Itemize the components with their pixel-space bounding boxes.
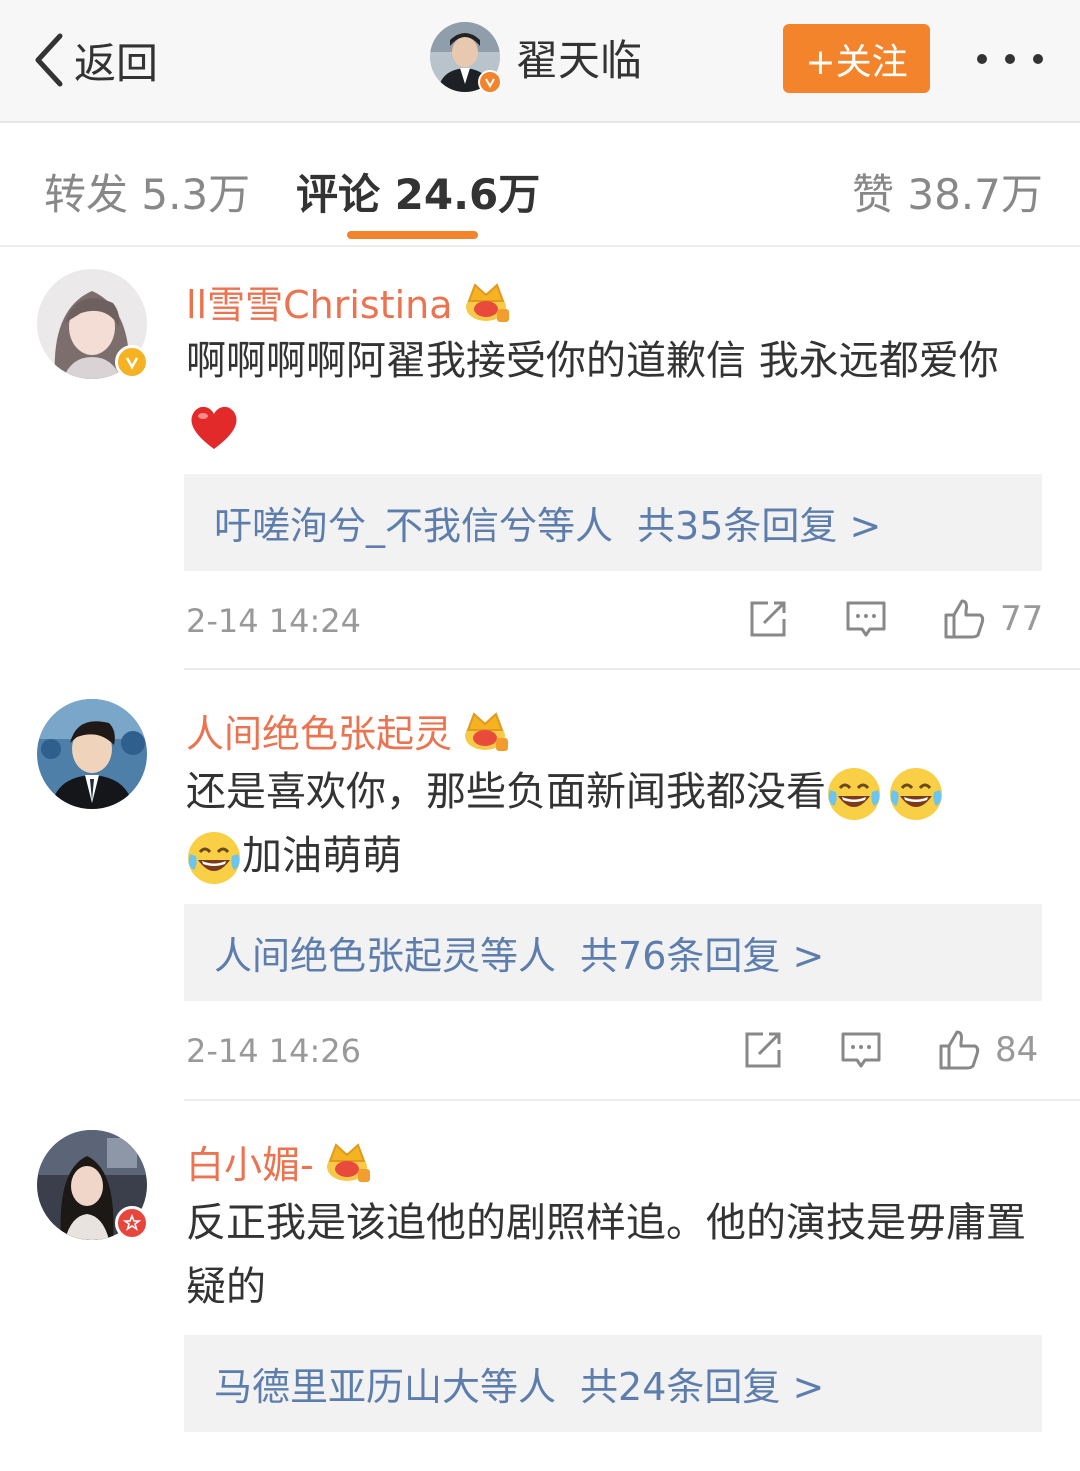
- share-icon[interactable]: [746, 597, 790, 641]
- share-icon[interactable]: [741, 1028, 785, 1072]
- reply-summary-link[interactable]: 吁嗟洵兮_不我信兮等人 共35条回复 >: [184, 474, 1042, 571]
- laughing-tears-emoji: [888, 766, 944, 822]
- chevron-left-icon: [35, 33, 63, 87]
- comment-actions: 77: [746, 597, 1043, 641]
- avatar[interactable]: [430, 22, 502, 94]
- comment-text: 还是喜欢你，那些负面新闻我都没看加油萌萌: [186, 760, 1046, 888]
- comment-timestamp: 2-14 14:26: [186, 1032, 362, 1070]
- avatar[interactable]: [37, 1130, 149, 1240]
- comment-text: 反正我是该追他的剧照样追。他的演技是毋庸置疑的: [186, 1200, 1026, 1310]
- comment-item: ll雪雪Christina 啊啊啊啊阿翟我接受你的道歉信 我永远都爱你 吁嗟洵兮…: [0, 249, 1080, 669]
- comment-timestamp: 2-14 14:24: [186, 602, 362, 640]
- crown-icon: [326, 1142, 370, 1182]
- author-name[interactable]: 翟天临: [516, 27, 642, 88]
- username-text[interactable]: 人间绝色张起灵: [186, 703, 452, 758]
- more-options-button[interactable]: [970, 35, 1050, 83]
- comment-body-continued: 加油萌萌: [242, 833, 402, 879]
- heart-emoji: [186, 399, 242, 455]
- comment-username[interactable]: 人间绝色张起灵: [186, 703, 510, 758]
- navigation-bar: 返回 翟天临 +关注: [0, 0, 1080, 123]
- reply-summary-link[interactable]: 人间绝色张起灵等人 共76条回复 >: [184, 904, 1042, 1001]
- comment-username[interactable]: ll雪雪Christina: [186, 274, 511, 329]
- more-dot-icon: [1005, 54, 1015, 64]
- username-text[interactable]: ll雪雪Christina: [186, 274, 453, 329]
- reply-count: 共76条回复 >: [580, 934, 825, 978]
- crown-icon: [465, 711, 509, 751]
- reply-users: 吁嗟洵兮_不我信兮等人: [214, 504, 614, 548]
- avatar[interactable]: [37, 699, 147, 809]
- back-button[interactable]: 返回: [30, 28, 158, 92]
- post-stats-tabs: 转发 5.3万 评论 24.6万 赞 38.7万: [0, 125, 1080, 247]
- username-text[interactable]: 白小媚-: [186, 1134, 314, 1189]
- like-count: 84: [995, 1030, 1039, 1070]
- more-dot-icon: [977, 54, 987, 64]
- tab-comments[interactable]: 评论 24.6万: [296, 161, 540, 222]
- like-thumb-icon[interactable]: [942, 597, 986, 641]
- reply-count: 共24条回复 >: [580, 1365, 825, 1409]
- comment-item: 白小媚- 反正我是该追他的剧照样追。他的演技是毋庸置疑的 马德里亚历山大等人 共2…: [0, 1101, 1080, 1471]
- more-dot-icon: [1033, 54, 1043, 64]
- comment-body: 还是喜欢你，那些负面新闻我都没看: [186, 769, 826, 815]
- follow-button[interactable]: +关注: [783, 24, 930, 93]
- comment-item: 人间绝色张起灵 还是喜欢你，那些负面新闻我都没看加油萌萌 人间绝色张起灵等人 共7…: [0, 670, 1080, 1100]
- member-star-icon: [115, 1206, 149, 1240]
- verified-icon: [478, 70, 502, 94]
- back-label: 返回: [74, 38, 159, 88]
- reply-users: 人间绝色张起灵等人: [214, 934, 557, 978]
- like-thumb-icon[interactable]: [937, 1028, 981, 1072]
- comment-text: 啊啊啊啊阿翟我接受你的道歉信 我永远都爱你: [186, 329, 1046, 457]
- laughing-tears-emoji: [826, 766, 882, 822]
- crown-icon: [465, 282, 509, 322]
- comment-username[interactable]: 白小媚-: [186, 1134, 372, 1189]
- comment-body: 啊啊啊啊阿翟我接受你的道歉信 我永远都爱你: [186, 338, 999, 384]
- tab-repost[interactable]: 转发 5.3万: [44, 161, 250, 222]
- active-tab-indicator: [347, 231, 478, 239]
- reply-count: 共35条回复 >: [637, 504, 882, 548]
- reply-comment-icon[interactable]: [839, 1028, 883, 1072]
- reply-comment-icon[interactable]: [844, 597, 888, 641]
- reply-summary-link[interactable]: 马德里亚历山大等人 共24条回复 >: [184, 1335, 1042, 1432]
- laughing-tears-emoji: [186, 830, 242, 886]
- comment-actions: 84: [741, 1028, 1038, 1072]
- post-author[interactable]: 翟天临: [430, 22, 642, 94]
- avatar[interactable]: [37, 269, 149, 379]
- verified-icon: [115, 345, 149, 379]
- tab-likes[interactable]: 赞 38.7万: [852, 161, 1043, 222]
- like-count: 77: [1000, 599, 1044, 639]
- reply-users: 马德里亚历山大等人: [214, 1365, 557, 1409]
